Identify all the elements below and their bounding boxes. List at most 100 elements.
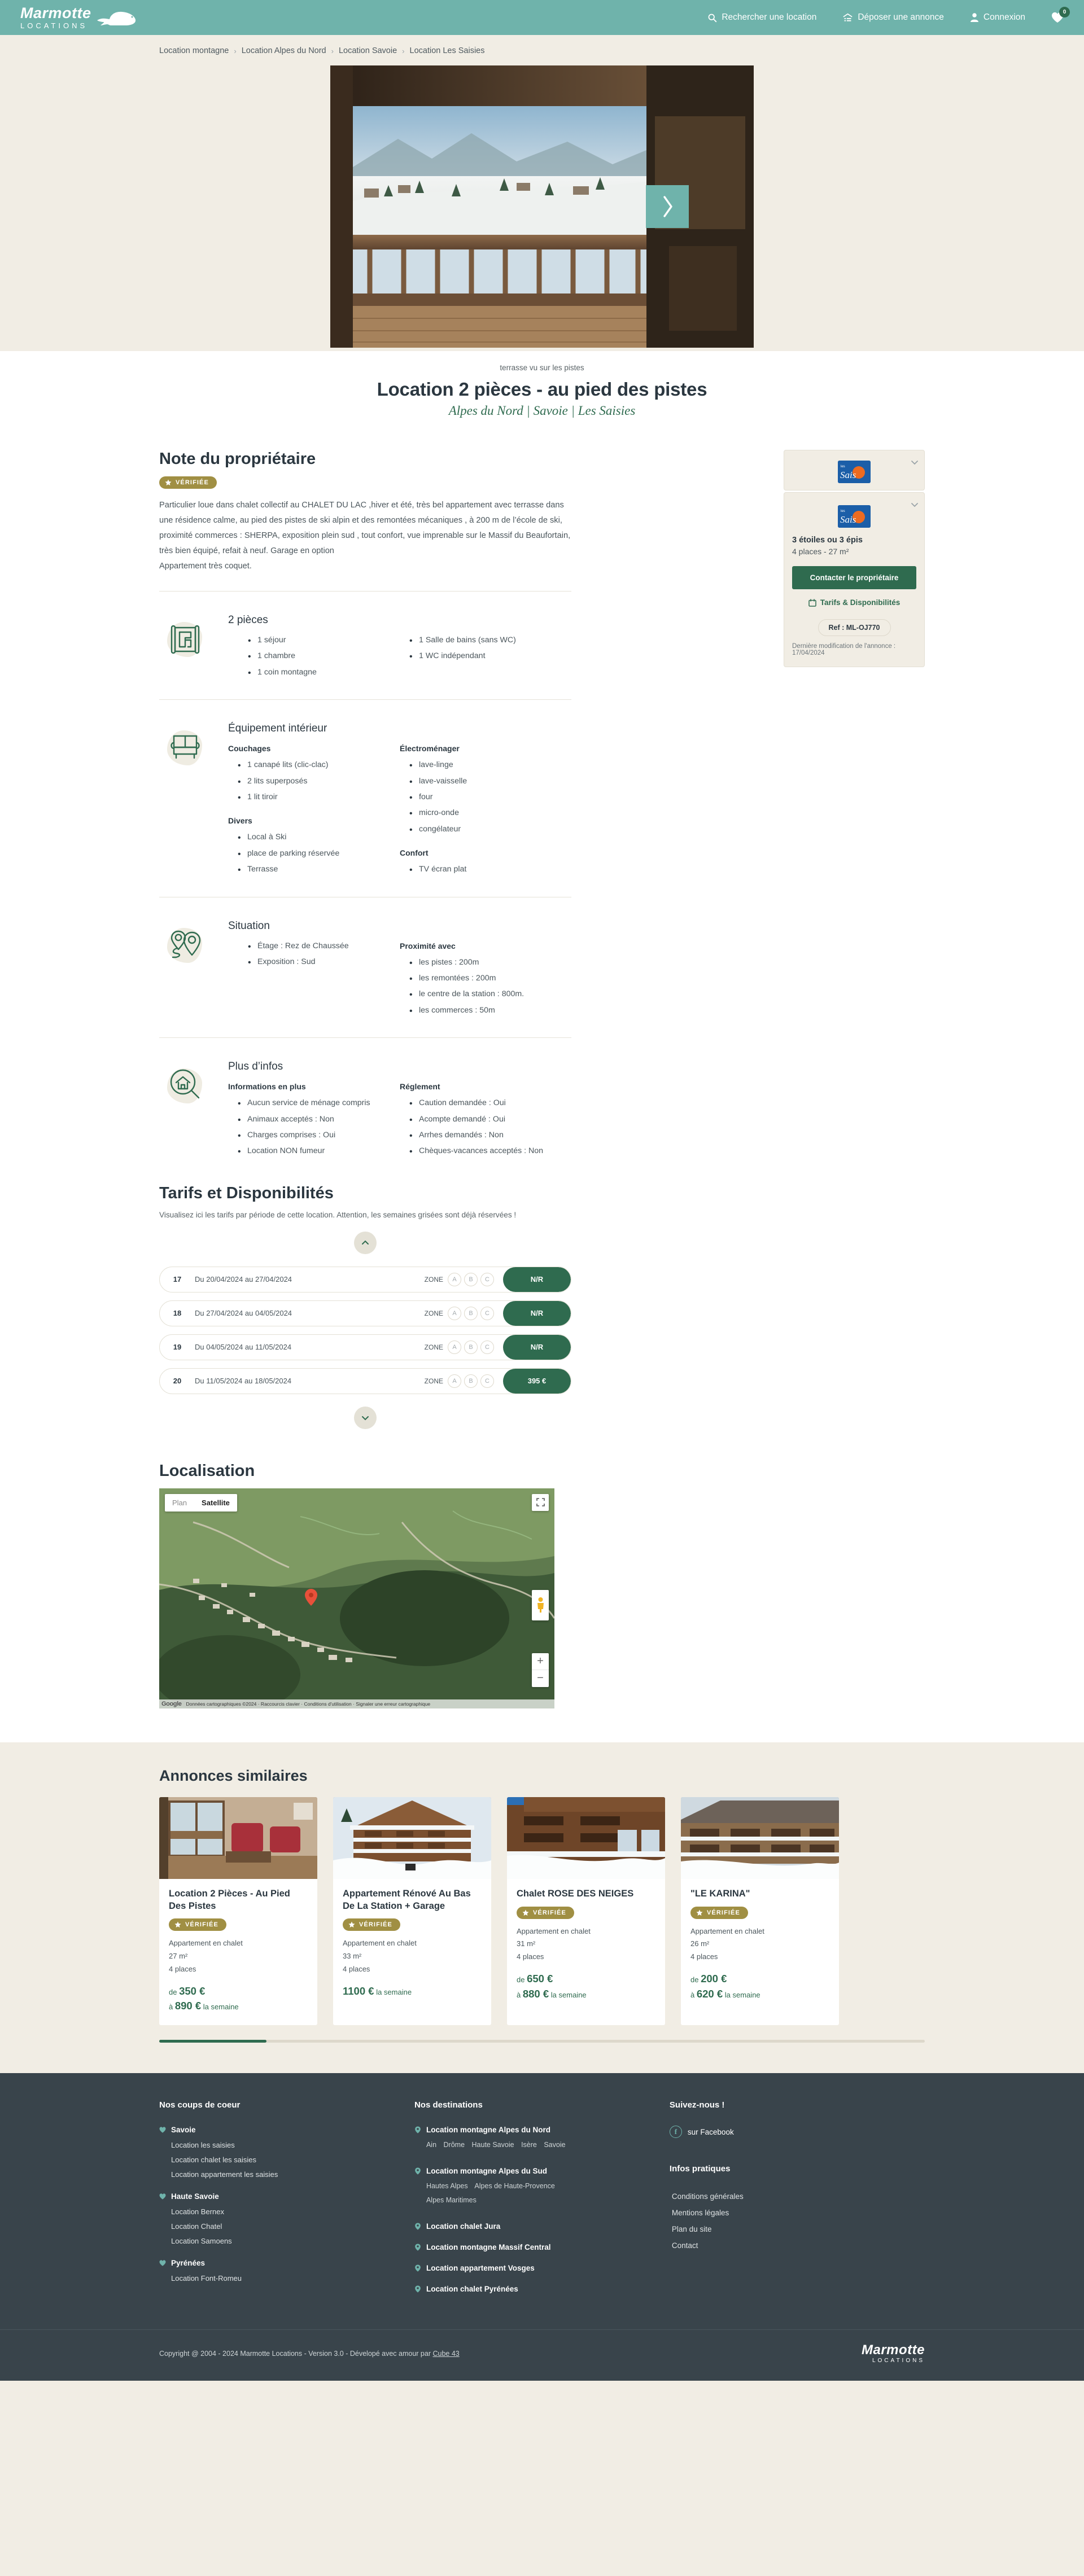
footer-link[interactable]: Location appartement les saisies (171, 2167, 414, 2182)
breadcrumb-item-1[interactable]: Location Alpes du Nord (242, 46, 326, 55)
footer-group-title[interactable]: Pyrénées (159, 2259, 414, 2267)
footer-sublink[interactable]: Savoie (544, 2141, 565, 2149)
section-rooms: 2 pièces 1 séjour 1 chambre 1 coin monta… (159, 608, 571, 682)
svg-text:Sais: Sais (840, 470, 856, 480)
page-title: Location 2 pièces - au pied des pistes (377, 379, 707, 400)
breadcrumb-item-3[interactable]: Location Les Saisies (410, 46, 485, 55)
table-row[interactable]: 17 Du 20/04/2024 au 27/04/2024 ZONE A B … (159, 1266, 571, 1293)
card-surface: 26 m² (690, 1939, 710, 1948)
map-street-view-button[interactable] (532, 1589, 549, 1620)
footer-sublink[interactable]: Alpes de Haute-Provence (474, 2182, 554, 2190)
svg-text:les: les (841, 510, 845, 513)
card-meta: Appartement en chalet 27 m² 4 places (169, 1937, 308, 1975)
nav-item-post-ad[interactable]: Déposer une annonce (842, 12, 944, 23)
map-zoom-out-button[interactable]: − (532, 1670, 549, 1687)
tarifs-scroll-up-button[interactable] (354, 1231, 377, 1254)
status-badge-verified: VÉRIFIÉE (169, 1918, 226, 1931)
footer-link[interactable]: Location Chatel (171, 2219, 414, 2234)
list-item[interactable]: Chalet ROSE DES NEIGES VÉRIFIÉE Appartem… (507, 1797, 665, 2026)
table-row[interactable]: 18 Du 27/04/2024 au 04/05/2024 ZONE A B … (159, 1300, 571, 1326)
similar-carousel-scrollbar[interactable] (159, 2040, 925, 2043)
list-item[interactable]: "LE KARINA" VÉRIFIÉE Appartement en chal… (681, 1797, 839, 2026)
copyright-link[interactable]: Cube 43 (432, 2350, 459, 2358)
site-header: Marmotte LOCATIONS Rechercher une locati… (0, 0, 1084, 35)
card-surface: 31 m² (517, 1939, 536, 1948)
map-tab-plan[interactable]: Plan (165, 1494, 194, 1512)
footer-link[interactable]: Location Bernex (171, 2205, 414, 2219)
map-marker-icon[interactable] (305, 1588, 317, 1606)
map-zoom-in-button[interactable]: + (532, 1653, 549, 1670)
footer-group-label: Haute Savoie (171, 2192, 219, 2201)
footer-link[interactable]: Location les saisies (171, 2138, 414, 2153)
tarifs-scroll-down-button[interactable] (354, 1406, 377, 1429)
last-modified-text: Dernière modification de l'annonce : 17/… (792, 643, 896, 656)
footer-sublink[interactable]: Hautes Alpes (426, 2182, 468, 2190)
list-item[interactable]: Appartement Rénové Au Bas De La Station … (333, 1797, 491, 2026)
breadcrumb-item-2[interactable]: Location Savoie (339, 46, 397, 55)
footer-link[interactable]: Location Font-Romeu (171, 2271, 414, 2286)
map-tab-satellite[interactable]: Satellite (194, 1494, 237, 1512)
breadcrumb-separator: › (402, 46, 405, 55)
brand-logo[interactable]: Marmotte LOCATIONS (20, 6, 140, 29)
section-situation-icon-wrap (159, 920, 211, 966)
footer-column-favorites: Nos coups de coeur Savoie Location les s… (159, 2100, 414, 2303)
capacity-label: 4 places - 27 m² (792, 547, 849, 556)
footer-sublink[interactable]: Drôme (444, 2141, 465, 2149)
nav-item-login[interactable]: Connexion (970, 12, 1025, 23)
listing-title-block: terrasse vu sur les pistes Location 2 pi… (0, 351, 1084, 435)
footer-link[interactable]: Location Samoens (171, 2234, 414, 2249)
nav-item-favorites[interactable]: 0 (1051, 7, 1070, 23)
tarifs-link-label: Tarifs & Disponibilités (820, 598, 901, 607)
footer-sublink[interactable]: Ain (426, 2141, 436, 2149)
list-item: congélateur (409, 821, 562, 839)
footer-group-title[interactable]: Location appartement Vosges (414, 2264, 670, 2272)
map-widget[interactable]: Plan Satellite + − Google Données cartog… (159, 1488, 554, 1708)
footer-sublink[interactable]: Isère (521, 2141, 537, 2149)
footer-group-title[interactable]: Location chalet Pyrénées (414, 2285, 670, 2293)
footer-group-label: Location appartement Vosges (426, 2264, 535, 2273)
gallery-next-button[interactable] (646, 185, 689, 228)
footer-facebook-link[interactable]: f sur Facebook (669, 2126, 925, 2139)
localisation-section: Localisation Plan Satellite + − Google D… (147, 1441, 937, 1742)
footer-link-sitemap[interactable]: Plan du site (672, 2221, 925, 2237)
gallery-caption: terrasse vu sur les pistes (0, 358, 1084, 372)
table-row[interactable]: 19 Du 04/05/2024 au 11/05/2024 ZONE A B … (159, 1334, 571, 1360)
contact-owner-button[interactable]: Contacter le propriétaire (792, 566, 916, 589)
footer-group-title[interactable]: Location chalet Jura (414, 2222, 670, 2231)
zone-a: A (448, 1306, 461, 1320)
footer-group-label: Location chalet Jura (426, 2222, 501, 2231)
resort-logo-card-top: les Sais (784, 450, 925, 490)
card-meta: Appartement en chalet 26 m² 4 places (690, 1925, 829, 1964)
footer-link-terms[interactable]: Conditions générales (672, 2188, 925, 2205)
footer-heading-destinations: Nos destinations (414, 2100, 483, 2110)
list-item[interactable]: Location 2 Pièces - Au Pied Des Pistes V… (159, 1797, 317, 2026)
breadcrumb-item-0[interactable]: Location montagne (159, 46, 229, 55)
tarifs-availability-link[interactable]: Tarifs & Disponibilités (792, 598, 916, 607)
table-row[interactable]: 20 Du 11/05/2024 au 18/05/2024 ZONE A B … (159, 1368, 571, 1394)
footer-link[interactable]: Location chalet les saisies (171, 2153, 414, 2167)
footer-group-title[interactable]: Savoie (159, 2126, 414, 2134)
footer-group-title[interactable]: Location montagne Massif Central (414, 2243, 670, 2251)
footer-group-title[interactable]: Haute Savoie (159, 2192, 414, 2201)
footer-link-legal[interactable]: Mentions légales (672, 2205, 925, 2221)
footer-link-contact[interactable]: Contact (672, 2237, 925, 2254)
star-icon (522, 1909, 529, 1916)
chevron-down-icon[interactable] (911, 501, 919, 509)
section-rooms-col-2: 1 Salle de bains (sans WC) 1 WC indépend… (400, 632, 571, 680)
chevron-down-icon[interactable] (911, 458, 919, 466)
group-title: Confort (400, 848, 429, 858)
sidebar: les Sais les Sais 3 étoiles ou 3 épis 4 … (784, 450, 925, 1162)
gallery-main-photo[interactable] (330, 65, 754, 348)
map-fullscreen-button[interactable] (532, 1493, 549, 1511)
footer-column-destinations: Nos destinations Location montagne Alpes… (414, 2100, 670, 2303)
footer-brand-logo[interactable]: Marmotte LOCATIONS (862, 2343, 925, 2364)
footer-sublink[interactable]: Haute Savoie (472, 2141, 514, 2149)
footer-group-title[interactable]: Location montagne Alpes du Nord (414, 2126, 670, 2134)
nav-item-search[interactable]: Rechercher une location (707, 12, 816, 23)
similar-heading: Annonces similaires (159, 1767, 308, 1784)
owner-note-paragraph-2: Appartement très coquet. (159, 561, 252, 571)
satellite-map-image (159, 1488, 554, 1708)
footer-sublink[interactable]: Alpes Maritimes (426, 2196, 477, 2204)
footer-group-title[interactable]: Location montagne Alpes du Sud (414, 2167, 670, 2175)
scrollbar-thumb[interactable] (159, 2040, 266, 2043)
